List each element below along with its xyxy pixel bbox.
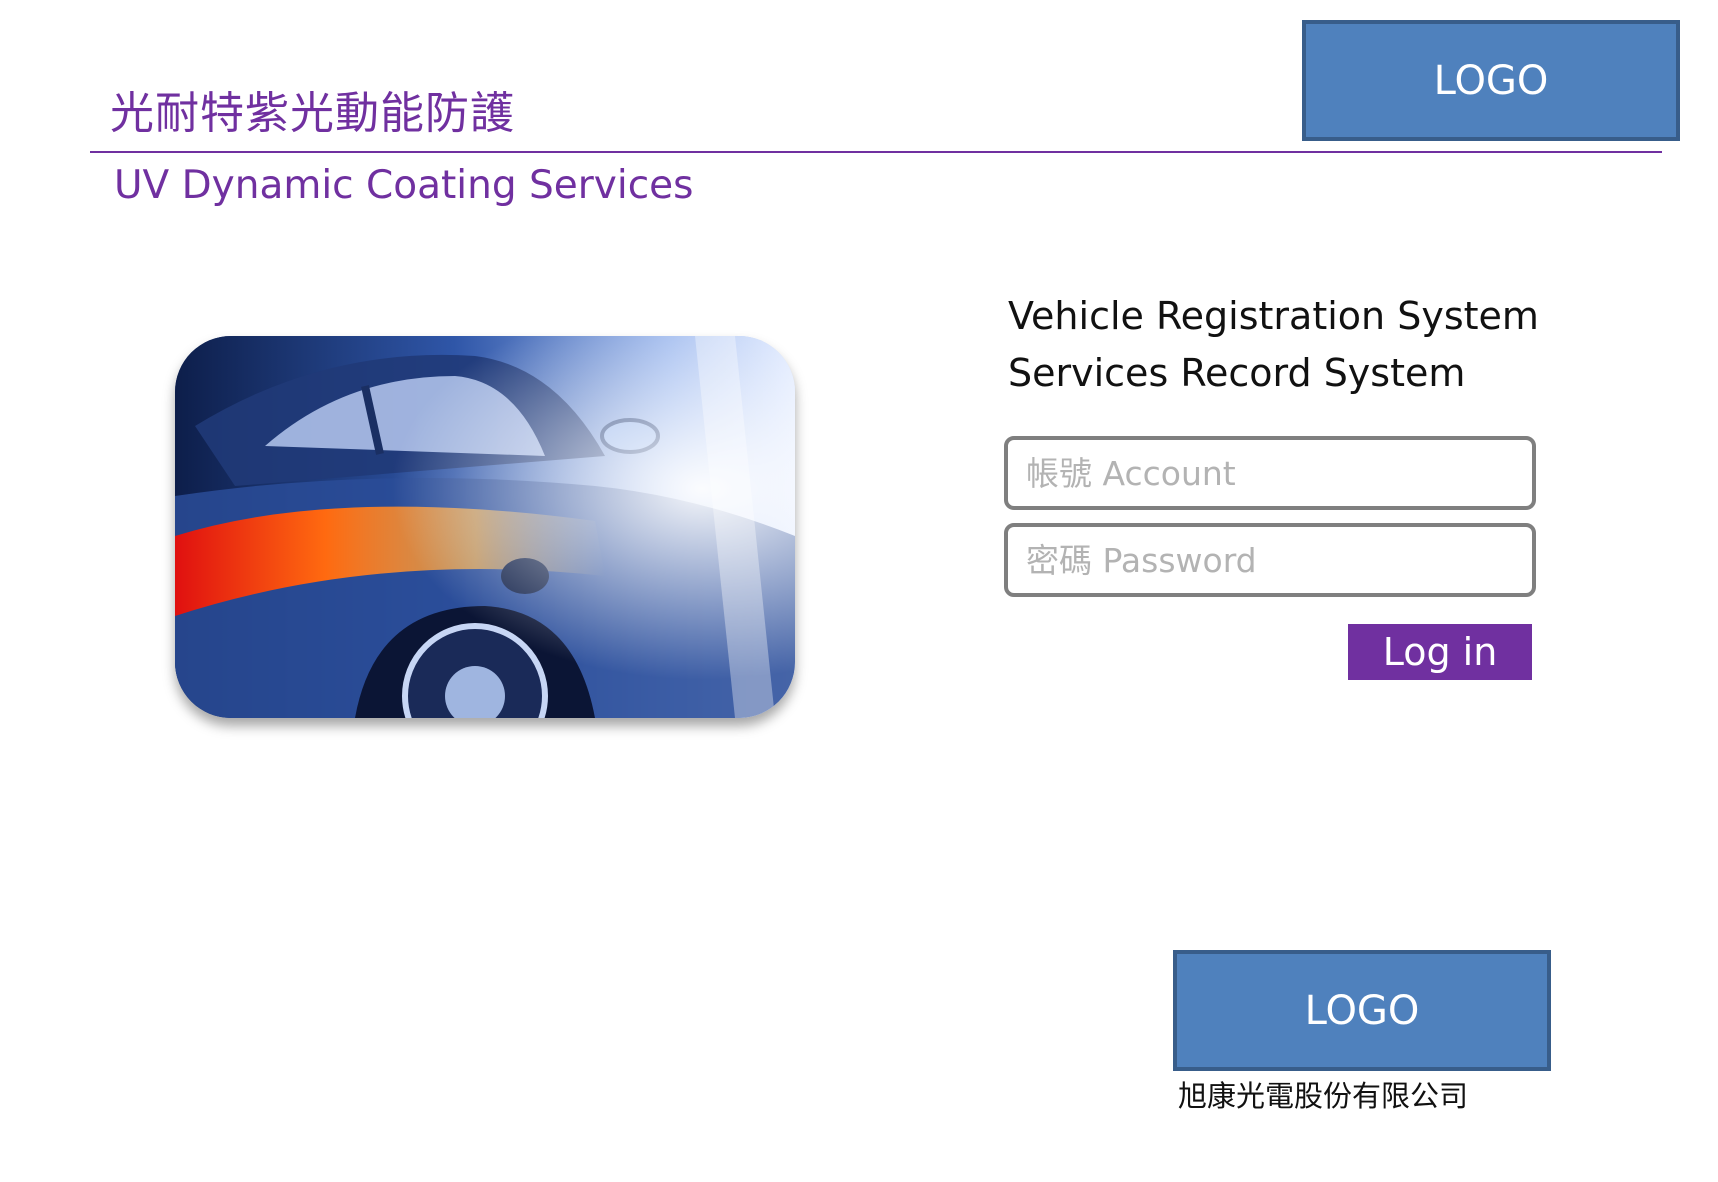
car-hero-image (175, 336, 795, 718)
car-photo-icon (175, 336, 795, 718)
company-name: 旭康光電股份有限公司 (1178, 1079, 1469, 1113)
page-title-english: UV Dynamic Coating Services (114, 163, 694, 208)
password-input[interactable] (1004, 523, 1536, 597)
header-divider (90, 151, 1662, 153)
logo-bottom-label: LOGO (1304, 987, 1420, 1034)
system-title-vehicle-registration: Vehicle Registration System (1008, 294, 1539, 338)
logo-bottom: LOGO (1173, 950, 1551, 1071)
account-input[interactable] (1004, 436, 1536, 510)
page-title-chinese: 光耐特紫光動能防護 (110, 88, 515, 139)
logo-top-label: LOGO (1433, 57, 1549, 104)
logo-top: LOGO (1302, 20, 1680, 141)
system-title-services-record: Services Record System (1008, 351, 1466, 395)
system-titles: Vehicle Registration System Services Rec… (1008, 288, 1539, 402)
login-button[interactable]: Log in (1348, 624, 1532, 680)
